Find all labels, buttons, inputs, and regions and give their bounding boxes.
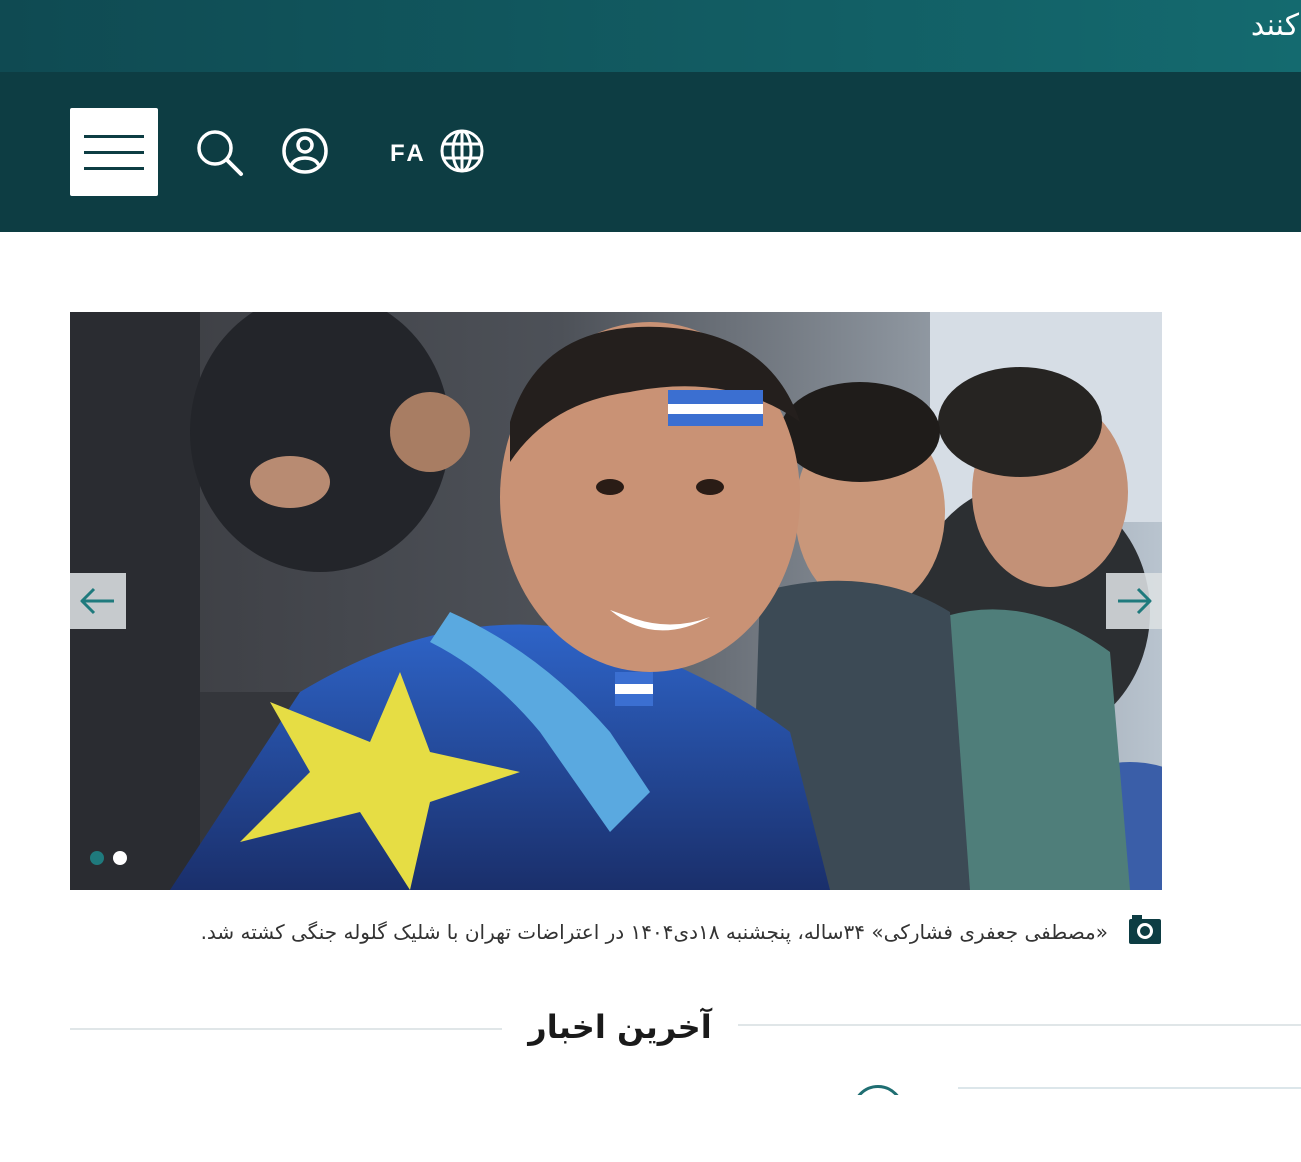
slider-dot-2[interactable]	[113, 851, 127, 865]
hamburger-menu-icon-bar-3	[84, 167, 144, 170]
account-button[interactable]	[278, 126, 332, 180]
search-icon	[197, 130, 243, 176]
slide-photo	[70, 312, 1162, 890]
slider-next-button[interactable]	[1106, 573, 1162, 629]
caption-text: «مصطفی جعفری فشارکی» ۳۴ساله، پنجشنبه ۱۸د…	[200, 920, 1108, 944]
latest-news-heading: آخرین اخبار	[528, 1008, 712, 1046]
news-item-divider	[958, 1087, 1301, 1089]
hamburger-menu-icon-bar-2	[84, 151, 144, 154]
image-caption: «مصطفی جعفری فشارکی» ۳۴ساله، پنجشنبه ۱۸د…	[70, 910, 1162, 956]
globe-icon	[440, 129, 484, 173]
hamburger-menu-icon-bar-1	[84, 135, 144, 138]
slider-dot-1[interactable]	[90, 851, 104, 865]
language-code: FA	[390, 140, 427, 167]
camera-icon	[1129, 915, 1161, 944]
language-selector[interactable]: FA	[385, 126, 495, 180]
search-button[interactable]	[192, 126, 246, 180]
slider-prev-button[interactable]	[70, 573, 126, 629]
section-divider-left	[70, 1028, 502, 1030]
user-icon	[282, 128, 328, 174]
top-banner-text: کنند	[1250, 8, 1299, 43]
top-banner: کنند	[0, 0, 1301, 72]
site-header: FA	[0, 72, 1301, 232]
menu-button[interactable]	[70, 108, 158, 196]
slider-pagination	[90, 850, 136, 866]
section-divider-right	[738, 1024, 1301, 1026]
news-item-indicator	[852, 1085, 904, 1095]
arrow-right-icon	[1118, 587, 1152, 615]
arrow-left-icon	[80, 587, 114, 615]
image-slider[interactable]	[70, 312, 1162, 890]
